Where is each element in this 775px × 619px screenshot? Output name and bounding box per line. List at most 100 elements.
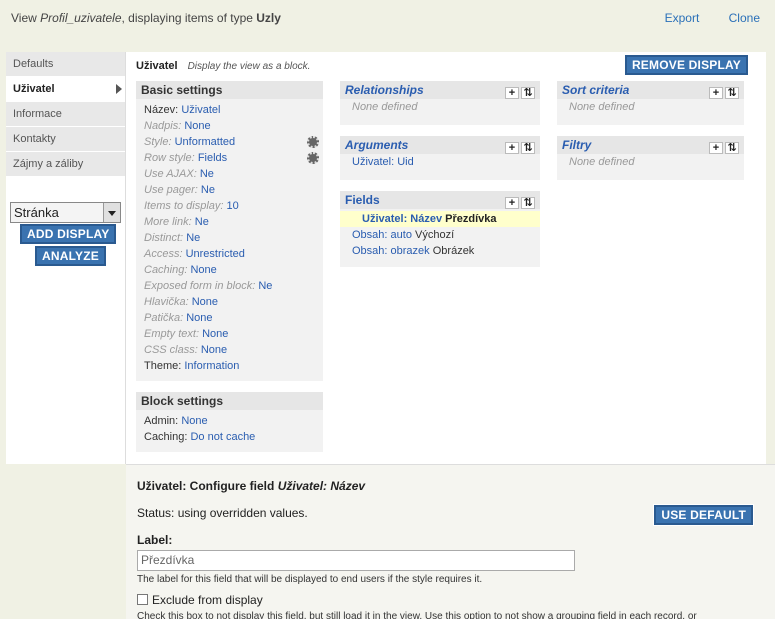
setting-row[interactable]: Style: Unformatted — [136, 134, 323, 150]
relationships-title[interactable]: Relationships — [345, 83, 424, 97]
setting-key: More link: — [144, 216, 192, 228]
display-type-value: Stránka — [14, 205, 59, 220]
setting-row[interactable]: Nadpis: None — [136, 118, 323, 134]
view-header: View Profil_uzivatele, displaying items … — [0, 0, 775, 40]
field-link[interactable]: Obsah: — [352, 229, 387, 241]
setting-value[interactable]: None — [186, 312, 212, 324]
arguments-title[interactable]: Arguments — [345, 138, 408, 152]
basic-settings-title: Basic settings — [136, 81, 323, 99]
setting-value[interactable]: None — [192, 296, 218, 308]
rearrange-icon[interactable]: ⇅ — [521, 142, 535, 154]
setting-value[interactable]: Fields — [198, 152, 227, 164]
tab-defaults[interactable]: Defaults — [6, 52, 125, 77]
add-icon[interactable]: + — [505, 142, 519, 154]
setting-row[interactable]: Access: Unrestricted — [136, 246, 323, 262]
tab-kontakty[interactable]: Kontakty — [6, 127, 125, 152]
setting-row[interactable]: More link: Ne — [136, 214, 323, 230]
setting-value[interactable]: None — [202, 328, 228, 340]
setting-value[interactable]: Unformatted — [175, 136, 236, 148]
setting-row[interactable]: CSS class: None — [136, 342, 323, 358]
setting-key: Caching: — [144, 431, 188, 443]
field-name[interactable]: obrazek — [391, 245, 430, 257]
add-icon[interactable]: + — [505, 87, 519, 99]
fields-header: Fields + ⇅ — [340, 191, 540, 209]
setting-value[interactable]: None — [181, 415, 207, 427]
setting-row[interactable]: Exposed form in block: Ne — [136, 278, 323, 294]
field-label: Přezdívka — [445, 213, 497, 225]
display-name: Uživatel — [136, 60, 178, 72]
field-item[interactable]: Obsah: obrazek Obrázek — [340, 243, 540, 259]
add-icon[interactable]: + — [709, 142, 723, 154]
setting-value[interactable]: Ne — [195, 216, 209, 228]
exclude-checkbox[interactable] — [137, 594, 148, 605]
export-link[interactable]: Export — [665, 11, 700, 25]
setting-value[interactable]: Ne — [201, 184, 215, 196]
add-icon[interactable]: + — [709, 87, 723, 99]
remove-display-button[interactable]: REMOVE DISPLAY — [623, 54, 750, 76]
rearrange-icon[interactable]: ⇅ — [521, 87, 535, 99]
setting-value[interactable]: Uživatel — [181, 104, 220, 116]
view-links: Export Clone — [639, 11, 760, 25]
clone-link[interactable]: Clone — [729, 11, 760, 25]
setting-value[interactable]: 10 — [227, 200, 239, 212]
field-link[interactable]: Obsah: — [352, 245, 387, 257]
setting-value[interactable]: Ne — [258, 280, 272, 292]
tab-zajmy[interactable]: Zájmy a záliby — [6, 152, 125, 177]
field-item[interactable]: Obsah: auto Výchozí — [340, 227, 540, 243]
setting-value[interactable]: None — [190, 264, 216, 276]
label-input[interactable]: Přezdívka — [137, 550, 575, 571]
use-default-button[interactable]: USE DEFAULT — [653, 504, 754, 526]
tab-informace[interactable]: Informace — [6, 102, 125, 127]
add-icon[interactable]: + — [505, 197, 519, 209]
setting-row[interactable]: Empty text: None — [136, 326, 323, 342]
setting-value[interactable]: Ne — [200, 168, 214, 180]
setting-key: Access: — [144, 248, 183, 260]
gear-icon[interactable] — [307, 136, 319, 148]
setting-value[interactable]: Unrestricted — [186, 248, 245, 260]
setting-key: Empty text: — [144, 328, 200, 340]
field-item-selected[interactable]: Uživatel: Název Přezdívka — [340, 211, 540, 227]
filters-title[interactable]: Filtry — [562, 138, 591, 152]
tab-uzivatel-label: Uživatel — [13, 83, 55, 95]
setting-row[interactable]: Use AJAX: Ne — [136, 166, 323, 182]
setting-row[interactable]: Theme: Information — [136, 358, 323, 374]
setting-value[interactable]: Do not cache — [190, 431, 255, 443]
setting-row[interactable]: Caching: Do not cache — [136, 429, 323, 445]
setting-row[interactable]: Caching: None — [136, 262, 323, 278]
add-display-button[interactable]: ADD DISPLAY — [18, 223, 118, 245]
rearrange-icon[interactable]: ⇅ — [725, 142, 739, 154]
setting-value[interactable]: Ne — [186, 232, 200, 244]
rearrange-icon[interactable]: ⇅ — [521, 197, 535, 209]
setting-key: Distinct: — [144, 232, 184, 244]
setting-row[interactable]: Hlavička: None — [136, 294, 323, 310]
setting-value[interactable]: None — [201, 344, 227, 356]
analyze-button[interactable]: ANALYZE — [34, 245, 107, 267]
argument-link[interactable]: Uživatel: Uid — [352, 156, 414, 168]
exclude-checkbox-row[interactable]: Exclude from display — [137, 593, 263, 607]
chevron-down-icon — [103, 203, 120, 222]
argument-item[interactable]: Uživatel: Uid — [340, 154, 540, 170]
setting-row[interactable]: Distinct: Ne — [136, 230, 323, 246]
fields-title[interactable]: Fields — [345, 193, 380, 207]
setting-row[interactable]: Patička: None — [136, 310, 323, 326]
setting-row[interactable]: Admin: None — [136, 413, 323, 429]
gear-icon[interactable] — [307, 152, 319, 164]
setting-row[interactable]: Název: Uživatel — [136, 102, 323, 118]
display-tabs: Defaults Uživatel Informace Kontakty Záj… — [6, 52, 126, 464]
filters-box: Filtry + ⇅ None defined — [557, 136, 744, 180]
field-link[interactable]: Uživatel: Název — [362, 213, 442, 225]
setting-value[interactable]: Information — [184, 360, 239, 372]
relationships-empty: None defined — [352, 101, 418, 113]
setting-row[interactable]: Use pager: Ne — [136, 182, 323, 198]
field-name[interactable]: auto — [391, 229, 412, 241]
tab-uzivatel[interactable]: Uživatel — [6, 77, 125, 102]
configure-field-panel: Uživatel: Configure field Uživatel: Náze… — [126, 464, 775, 619]
display-type-select[interactable]: Stránka — [10, 202, 121, 223]
sort-title[interactable]: Sort criteria — [562, 83, 629, 97]
triangle-right-icon — [116, 84, 122, 94]
setting-row[interactable]: Items to display: 10 — [136, 198, 323, 214]
setting-row[interactable]: Row style: Fields — [136, 150, 323, 166]
setting-value[interactable]: None — [184, 120, 210, 132]
field-label: Obrázek — [432, 245, 475, 257]
rearrange-icon[interactable]: ⇅ — [725, 87, 739, 99]
